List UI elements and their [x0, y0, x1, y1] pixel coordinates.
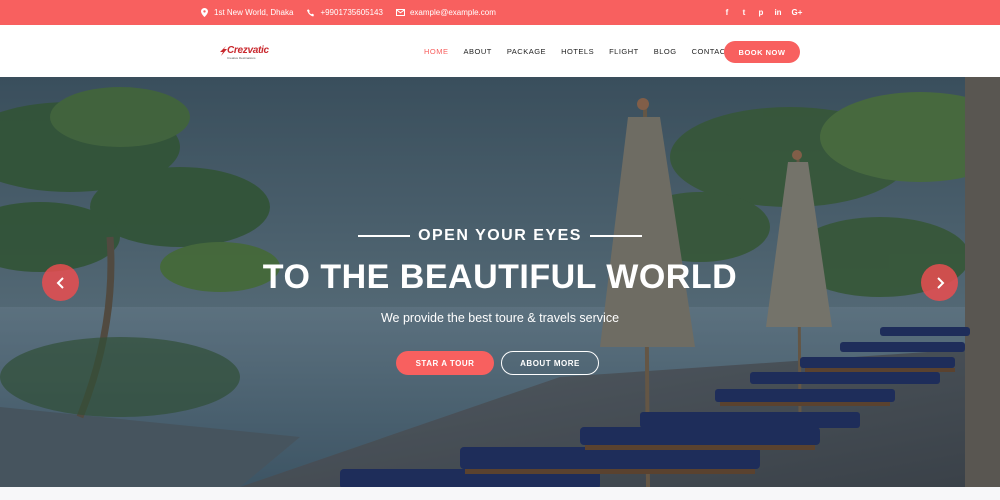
- twitter-icon[interactable]: t: [740, 8, 748, 17]
- main-nav: HOME ABOUT PACKAGE HOTELS FLIGHT BLOG CO…: [424, 25, 746, 77]
- chevron-left-icon: [56, 276, 64, 289]
- hero-eyebrow-text: OPEN YOUR EYES: [418, 227, 582, 244]
- hero-slider: OPEN YOUR EYES TO THE BEAUTIFUL WORLD We…: [0, 77, 1000, 487]
- nav-package[interactable]: PACKAGE: [507, 47, 546, 56]
- eyebrow-line-left: [358, 235, 411, 237]
- site-logo[interactable]: Crezvatic Creative Destinations: [219, 45, 279, 65]
- logo-mark-icon: [220, 46, 227, 56]
- pinterest-icon[interactable]: p: [757, 8, 765, 17]
- top-bar: 1st New World, Dhaka +9901735605143 exam…: [0, 0, 1000, 25]
- start-tour-button[interactable]: STAR A TOUR: [396, 351, 494, 375]
- phone-text: +9901735605143: [320, 8, 383, 17]
- linkedin-icon[interactable]: in: [774, 8, 782, 17]
- slider-next-button[interactable]: [921, 264, 958, 301]
- address-text: 1st New World, Dhaka: [214, 8, 294, 17]
- hero-subtitle: We provide the best toure & travels serv…: [380, 311, 620, 325]
- email-item[interactable]: example@example.com: [395, 8, 496, 17]
- book-now-button[interactable]: BOOK NOW: [724, 41, 800, 63]
- slider-prev-button[interactable]: [42, 264, 79, 301]
- facebook-icon[interactable]: f: [723, 8, 731, 17]
- nav-home[interactable]: HOME: [424, 47, 449, 56]
- map-marker-icon: [200, 8, 209, 17]
- logo-text: Crezvatic: [227, 45, 269, 56]
- next-section-edge: [0, 487, 1000, 500]
- contact-info: 1st New World, Dhaka +9901735605143 exam…: [200, 0, 496, 25]
- about-more-button[interactable]: ABOUT MORE: [501, 351, 599, 375]
- social-links: f t p in G+: [723, 0, 803, 25]
- envelope-icon: [395, 8, 405, 17]
- hero-headline: TO THE BEAUTIFUL WORLD: [262, 258, 738, 296]
- chevron-right-icon: [936, 276, 944, 289]
- hero-eyebrow: OPEN YOUR EYES: [0, 227, 1000, 245]
- phone-item[interactable]: +9901735605143: [306, 8, 383, 17]
- main-header: Crezvatic Creative Destinations HOME ABO…: [0, 25, 1000, 77]
- nav-blog[interactable]: BLOG: [654, 47, 677, 56]
- email-text: example@example.com: [409, 8, 496, 17]
- eyebrow-line-right: [589, 235, 642, 237]
- nav-about[interactable]: ABOUT: [464, 47, 492, 56]
- nav-hotels[interactable]: HOTELS: [561, 47, 594, 56]
- logo-tagline: Creative Destinations: [227, 56, 256, 60]
- hero-content: OPEN YOUR EYES TO THE BEAUTIFUL WORLD We…: [0, 77, 1000, 487]
- nav-flight[interactable]: FLIGHT: [609, 47, 639, 56]
- phone-icon: [306, 8, 315, 17]
- google-plus-icon[interactable]: G+: [791, 8, 803, 17]
- address-item: 1st New World, Dhaka: [200, 8, 293, 17]
